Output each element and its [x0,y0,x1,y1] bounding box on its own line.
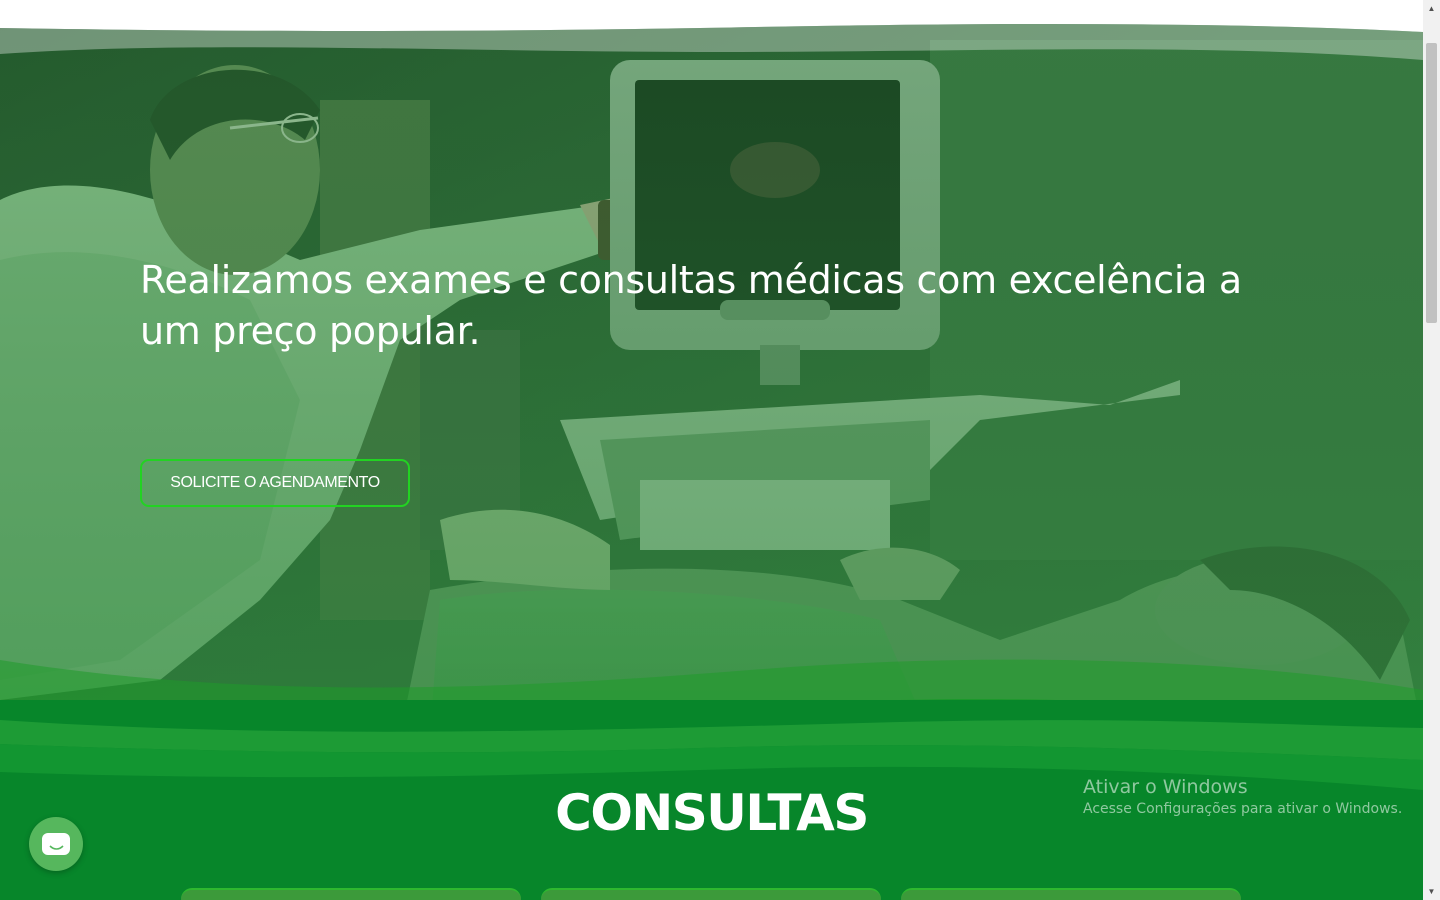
hero-background-image [0,0,1423,735]
consulta-card[interactable] [181,888,521,900]
scroll-up-arrow-icon[interactable]: ▲ [1423,0,1440,17]
scroll-down-arrow-icon[interactable]: ▼ [1423,883,1440,900]
chat-widget-button[interactable] [29,817,83,871]
hero-title: Realizamos exames e consultas médicas co… [140,258,1242,353]
windows-activation-title: Ativar o Windows [1083,776,1248,798]
scrollbar-thumb[interactable] [1426,43,1437,323]
chat-bubble-icon [42,833,70,855]
consulta-card[interactable] [901,888,1241,900]
consulta-card[interactable] [541,888,881,900]
hero-section: Realizamos exames e consultas médicas co… [0,0,1423,735]
schedule-appointment-button[interactable]: SOLICITE O AGENDAMENTO [140,459,410,507]
windows-activation-subtitle: Acesse Configurações para ativar o Windo… [1083,801,1403,817]
page-scrollbar[interactable]: ▲ ▼ [1423,0,1440,900]
